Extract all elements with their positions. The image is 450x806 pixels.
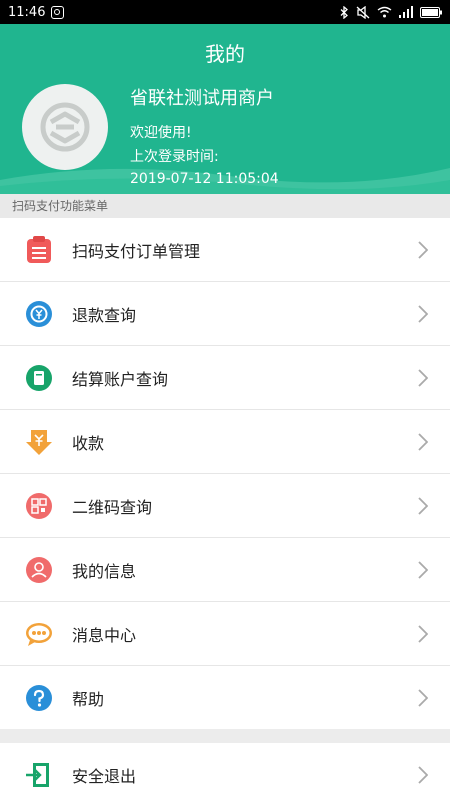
- menu-item-label: 结算账户查询: [72, 369, 169, 389]
- logout-menu: 安全退出: [0, 743, 450, 806]
- order-list-icon: [24, 235, 54, 265]
- status-bar: 11:46: [0, 0, 450, 24]
- menu-item-label: 扫码支付订单管理: [72, 241, 201, 261]
- battery-icon: [420, 6, 442, 18]
- section-header: 扫码支付功能菜单: [0, 194, 450, 218]
- chevron-right-icon: [418, 765, 428, 784]
- menu-item-message-center[interactable]: 消息中心: [0, 602, 450, 666]
- last-login-label: 上次登录时间:: [130, 149, 219, 165]
- chevron-right-icon: [418, 496, 428, 515]
- menu-item-refund-query[interactable]: 退款查询: [0, 282, 450, 346]
- chevron-right-icon: [418, 240, 428, 259]
- message-center-icon: [24, 619, 54, 649]
- chevron-right-icon: [418, 368, 428, 387]
- avatar[interactable]: [22, 84, 108, 170]
- status-time: 11:46: [8, 4, 46, 20]
- menu-item-label: 收款: [72, 433, 105, 453]
- menu-item-order-management[interactable]: 扫码支付订单管理: [0, 218, 450, 282]
- profile-header: 我的 省联社测试用商户 欢迎使用! 上次登录时间: 2019-07-12 11:…: [0, 24, 450, 194]
- menu-item-my-info[interactable]: 我的信息: [0, 538, 450, 602]
- chevron-right-icon: [418, 624, 428, 643]
- mute-icon: [356, 5, 370, 19]
- settlement-account-icon: [24, 363, 54, 393]
- menu-item-label: 我的信息: [72, 561, 137, 581]
- chevron-right-icon: [418, 432, 428, 451]
- menu-item-settlement-account[interactable]: 结算账户查询: [0, 346, 450, 410]
- refund-icon: [24, 299, 54, 329]
- logout-button[interactable]: 安全退出: [0, 743, 450, 806]
- section-gap: [0, 729, 450, 743]
- bank-logo-icon: [40, 102, 90, 152]
- help-icon: [24, 683, 54, 713]
- welcome-text: 欢迎使用!: [130, 125, 192, 141]
- merchant-name: 省联社测试用商户: [130, 88, 274, 109]
- user-info-icon: [24, 555, 54, 585]
- menu-item-label: 消息中心: [72, 625, 137, 645]
- menu-item-label: 帮助: [72, 689, 105, 709]
- menu-item-collect-money[interactable]: 收款: [0, 410, 450, 474]
- menu-item-help[interactable]: 帮助: [0, 666, 450, 729]
- menu-item-label: 退款查询: [72, 305, 137, 325]
- logout-icon: [24, 760, 54, 790]
- chevron-right-icon: [418, 688, 428, 707]
- qrcode-icon: [24, 491, 54, 521]
- app-notification-icon: [51, 5, 65, 19]
- last-login-time: 2019-07-12 11:05:04: [130, 171, 279, 187]
- function-menu: 扫码支付订单管理 退款查询 结算账户查询 收款 二维码查询 我的信息 消息中心 …: [0, 218, 450, 729]
- chevron-right-icon: [418, 304, 428, 323]
- chevron-right-icon: [418, 560, 428, 579]
- bluetooth-icon: [340, 5, 348, 19]
- menu-item-label: 安全退出: [72, 766, 137, 786]
- menu-item-qrcode-query[interactable]: 二维码查询: [0, 474, 450, 538]
- page-title: 我的: [205, 42, 245, 66]
- collect-money-icon: [24, 427, 54, 457]
- menu-item-label: 二维码查询: [72, 497, 153, 517]
- wifi-icon: [377, 6, 392, 18]
- signal-icon: [399, 6, 413, 18]
